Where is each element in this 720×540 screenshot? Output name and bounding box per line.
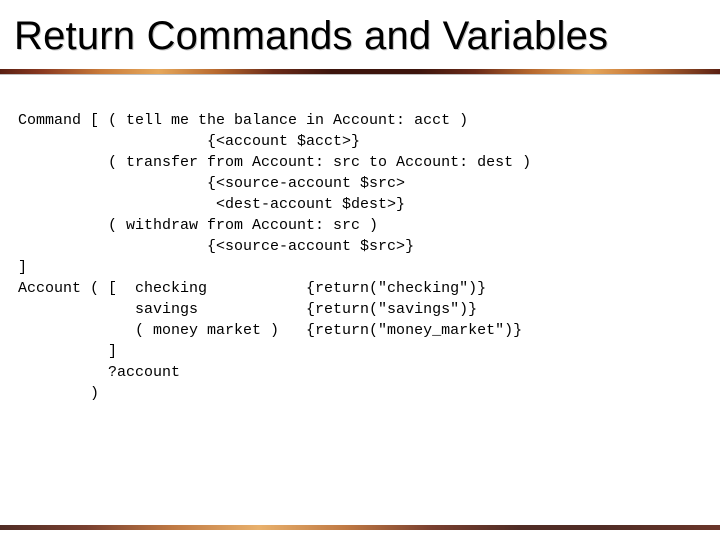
slide: Return Commands and Variables Command [ …: [0, 0, 720, 540]
slide-title: Return Commands and Variables: [0, 0, 720, 63]
footer-divider: [0, 525, 720, 530]
code-block: Command [ ( tell me the balance in Accou…: [18, 110, 704, 404]
slide-body: Command [ ( tell me the balance in Accou…: [0, 74, 720, 404]
